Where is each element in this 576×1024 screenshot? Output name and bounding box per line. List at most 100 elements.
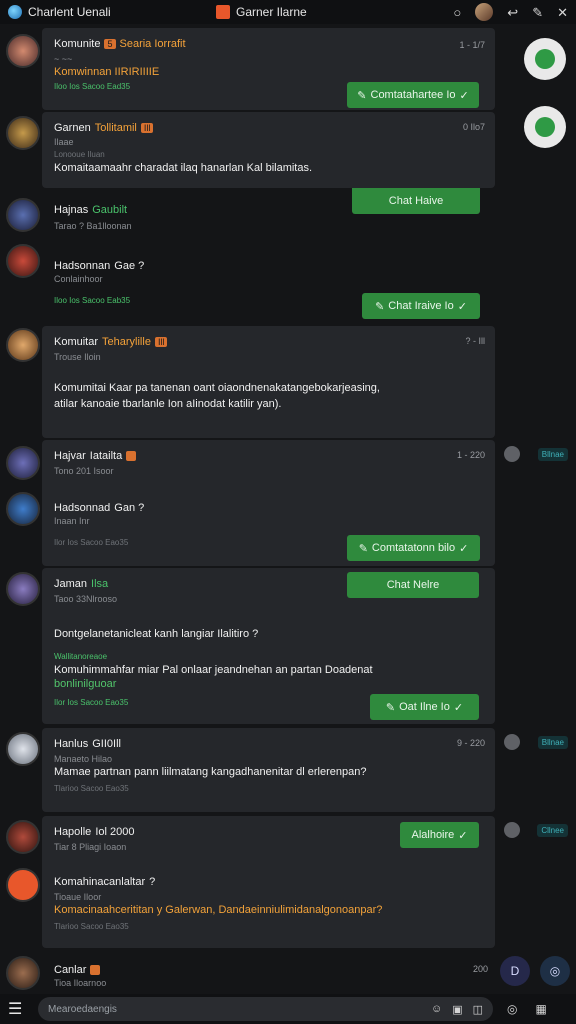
action-button[interactable]: ✎ Comtatatonn bilo ✓ (347, 535, 480, 561)
app-title: Garner Ilarne (236, 5, 307, 19)
sender-name: Hadsonnad (54, 502, 111, 514)
avatar[interactable] (6, 328, 40, 362)
sender-tag: Iol 2000 (95, 826, 135, 838)
menu-icon[interactable]: ☰ (8, 999, 30, 1019)
message-meta: Tlarioo Sacoo Eao35 (54, 784, 129, 793)
avatar[interactable] (6, 244, 40, 278)
chat-icon[interactable]: ○ (453, 6, 461, 19)
settings-icon[interactable]: ✎ (532, 6, 543, 19)
action-button[interactable]: ✎ Oat Ilne Io ✓ (370, 694, 479, 720)
top-actions: ○ ↩ ✎ ✕ (453, 3, 568, 21)
action-button[interactable]: ✎ Comtatahartee Io ✓ (347, 82, 479, 108)
sender-name: Jaman (54, 578, 88, 590)
status-badge: Ill (140, 123, 154, 133)
action-button[interactable]: ✎ Chat Iraive Io ✓ (362, 293, 480, 319)
gallery-icon[interactable]: ▦ (535, 1002, 546, 1016)
avatar[interactable] (6, 956, 40, 990)
avatar[interactable] (6, 446, 40, 480)
sender-row: Komuitar Teharylille Ill (54, 336, 168, 348)
message-text: Komaitaamaahr charadat ilaq hanarlan Kal… (54, 162, 313, 174)
avatar[interactable] (475, 3, 494, 21)
edit-icon: ✎ (385, 701, 396, 714)
message-text: Mamae partnan pann liilmatang kangadhane… (54, 766, 367, 778)
sender-tag: Tollitamil (94, 122, 137, 134)
compose-button[interactable]: D (500, 956, 530, 986)
sender-name: Canlar (54, 964, 87, 976)
action-button-label: Oat Ilne Io (399, 701, 450, 713)
message-text: Komuhimmahfar miar Pal onlaar jeandnehan… (54, 664, 373, 676)
sender-sub: Manaeto Hilao (54, 754, 113, 764)
sender-tag: Searia Iorrafit (119, 38, 186, 50)
avatar[interactable] (6, 732, 40, 766)
composer-actions: ◎ ▦ (507, 1002, 547, 1016)
side-label: Cllnee (537, 824, 568, 837)
sender-tag: Ilsa (91, 578, 109, 590)
sender-sub: Tiar 8 Pliagi Ioaon (54, 842, 127, 852)
window-title: Charlent Uenali (28, 5, 111, 19)
avatar[interactable] (6, 116, 40, 150)
avatar[interactable] (6, 820, 40, 854)
action-button[interactable]: Alalhoire ✓ (400, 822, 479, 848)
message-input[interactable]: Mearoedaengis ☺ ▣ ◫ (38, 997, 493, 1021)
message-card[interactable]: Jaman Ilsa Taoo 33Nlrooso Dontgelanetani… (42, 568, 495, 724)
sender-name: Hajnas (54, 204, 89, 216)
emoji-icon[interactable]: ☺ (431, 1003, 442, 1016)
sender-tag: Gaubilt (92, 204, 128, 216)
check-icon: ✓ (459, 89, 469, 102)
check-icon: ✓ (453, 701, 464, 714)
camera-icon[interactable]: ▣ (452, 1003, 462, 1016)
chat-fab[interactable] (524, 38, 566, 80)
sender-row: Komunite 5 Searia Iorrafit (54, 38, 186, 50)
chat-fab-icon (535, 117, 555, 137)
avatar[interactable] (6, 34, 40, 68)
sender-name: Komunite (54, 38, 101, 50)
message-card[interactable]: Komunite 5 Searia Iorrafit ~ ~~ Komwinna… (42, 28, 495, 110)
action-button-label: Chat Iraive Io (388, 300, 454, 312)
sender-sub: Tono 201 Isoor (54, 466, 114, 476)
sender-sub: Tioaue Iloor (54, 892, 102, 902)
sender-name: Komahinacanlaltar (54, 876, 146, 888)
action-button-label: Alalhoire (411, 829, 455, 841)
composer-bar: ☰ Mearoedaengis ☺ ▣ ◫ ◎ ▦ (0, 994, 576, 1024)
sender-tag: Teharylille (102, 336, 151, 348)
reply-icon[interactable]: ↩ (507, 6, 518, 19)
avatar[interactable] (6, 198, 40, 232)
avatar[interactable] (6, 492, 40, 526)
sender-sub: Tarao ? Ba1lloonan (54, 221, 132, 231)
message-time: ? - Ill (465, 336, 485, 346)
action-button[interactable]: Chat Haive (352, 188, 480, 214)
message-meta: Iloo Ios Sacoo Ead35 (54, 82, 131, 91)
message-card[interactable]: Hapolle Iol 2000 Tiar 8 Pliagi Ioaon Ala… (42, 816, 495, 948)
message-card[interactable]: Hanlus GII0Ill Manaeto Hilao Mamae partn… (42, 728, 495, 812)
avatar[interactable] (6, 572, 40, 606)
send-icon[interactable]: ◎ (507, 1002, 517, 1016)
sender-sub: Conlainhoor (54, 274, 103, 284)
message-feed[interactable]: Komunite 5 Searia Iorrafit ~ ~~ Komwinna… (0, 26, 576, 994)
sender-tag: Gan ? (114, 502, 145, 514)
refresh-button[interactable]: ◎ (540, 956, 570, 986)
reaction-icon[interactable] (504, 446, 520, 462)
message-card[interactable]: Komuitar Teharylille Ill Trouse Iloin Ko… (42, 326, 495, 438)
sender-sub: Ilaae (54, 137, 74, 147)
sender-row: Hanlus GII0Ill (54, 738, 121, 750)
action-button[interactable]: Chat Nelre (347, 572, 479, 598)
close-icon[interactable]: ✕ (557, 6, 568, 19)
chat-fab[interactable] (524, 106, 566, 148)
message-card[interactable]: Garnen Tollitamil Ill Ilaae Lonooue Ilua… (42, 112, 495, 188)
sender-name: Hapolle (54, 826, 92, 838)
message-time: 1 - 220 (456, 450, 485, 460)
reaction-icon[interactable] (504, 822, 520, 838)
sender-name: Komuitar (54, 336, 99, 348)
message-meta: Tlarioo Sacoo Eao35 (54, 922, 129, 931)
attach-icon[interactable]: ◫ (473, 1003, 483, 1016)
sender-row: Hadsonnad Gan ? (54, 502, 144, 514)
sender-name: Hajvar (54, 450, 86, 462)
app-avatar[interactable] (6, 868, 40, 902)
sender-tag: Gae ? (114, 260, 145, 272)
side-label: Bllnae (537, 736, 568, 749)
input-actions: ☺ ▣ ◫ (431, 1003, 483, 1016)
message-time: 200 (472, 964, 488, 974)
message-meta: Ilor Ios Sacoo Eao35 (54, 538, 129, 547)
message-input-placeholder: Mearoedaengis (48, 1003, 117, 1015)
reaction-icon[interactable] (504, 734, 520, 750)
